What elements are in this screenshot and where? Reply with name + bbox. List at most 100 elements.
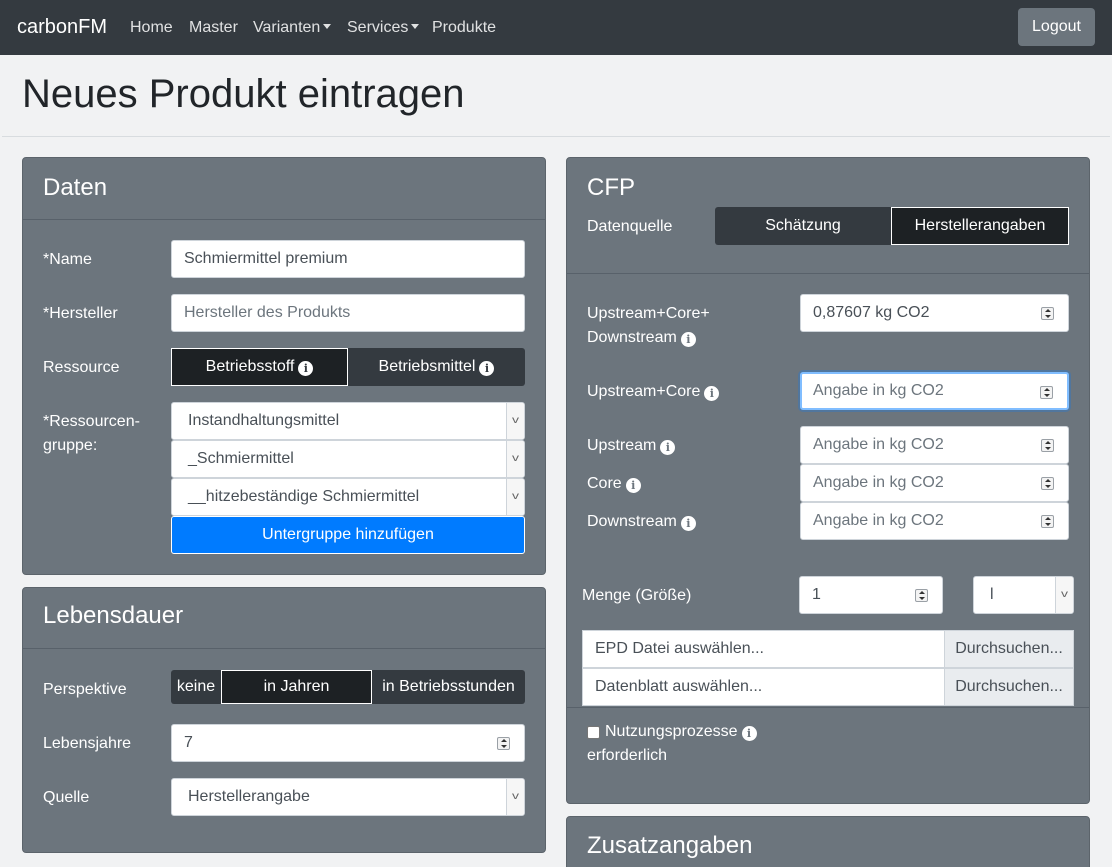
- upstream-label: Upstream i: [587, 434, 676, 458]
- downstream-input[interactable]: Angabe in kg CO2: [800, 502, 1069, 540]
- ressourcengruppe-label-line2: gruppe:: [43, 437, 98, 454]
- add-untergruppe-button[interactable]: Untergruppe hinzufügen: [171, 516, 525, 554]
- zusatzangaben-card: Zusatzangaben: [566, 816, 1090, 867]
- lebensjahre-label: Lebensjahre: [43, 735, 132, 752]
- spinner-icon[interactable]: [1041, 515, 1054, 528]
- spinner-icon[interactable]: [497, 737, 510, 750]
- perspektive-option-betriebsstunden[interactable]: in Betriebsstunden: [372, 670, 525, 704]
- lebensjahre-input[interactable]: 7: [171, 724, 525, 762]
- chevron-down-icon: v: [506, 779, 524, 815]
- logout-button[interactable]: Logout: [1018, 8, 1095, 46]
- perspektive-option-keine[interactable]: keine: [171, 670, 221, 704]
- page-title: Neues Produkt eintragen: [22, 72, 465, 116]
- lebensjahre-value: 7: [184, 734, 193, 751]
- menge-value: 1: [812, 586, 821, 603]
- menge-input[interactable]: 1: [799, 576, 943, 614]
- usd-value: 0,87607 kg CO2: [813, 304, 930, 321]
- perspektive-label: Perspektive: [43, 681, 127, 698]
- spinner-icon[interactable]: [1041, 439, 1054, 452]
- epd-file-input[interactable]: EPD Datei auswählen... Durchsuchen...: [582, 630, 1074, 668]
- info-icon[interactable]: i: [680, 516, 696, 531]
- usd-label-line1: Upstream+Core+: [587, 305, 710, 322]
- usd-label-line2: Downstream i: [587, 326, 696, 350]
- uc-label: Upstream+Core i: [587, 380, 720, 404]
- nav-produkte[interactable]: Produkte: [432, 19, 496, 37]
- spinner-icon[interactable]: [1040, 386, 1053, 399]
- lebensdauer-card: Lebensdauer Perspektive keine in Jahren …: [22, 587, 546, 853]
- ressource-option-label: Betriebsmittel: [378, 358, 476, 375]
- downstream-label: Downstream i: [587, 510, 696, 534]
- hersteller-label: *Hersteller: [43, 305, 118, 322]
- upstream-input[interactable]: Angabe in kg CO2: [800, 426, 1069, 464]
- datenquelle-option-schaetzung[interactable]: Schätzung: [715, 207, 891, 245]
- spinner-icon[interactable]: [1041, 307, 1054, 320]
- info-icon[interactable]: i: [625, 478, 641, 493]
- nav-master[interactable]: Master: [189, 19, 238, 37]
- perspektive-toggle: keine in Jahren in Betriebsstunden: [171, 670, 525, 704]
- upstream-label-text: Upstream: [587, 437, 657, 454]
- info-icon[interactable]: i: [741, 726, 757, 741]
- ressource-toggle: Betriebsstoff i Betriebsmittel i: [171, 348, 525, 386]
- menge-label: Menge (Größe): [582, 587, 692, 604]
- ressource-option-label: Betriebsstoff: [205, 358, 295, 375]
- datenblatt-browse-button[interactable]: Durchsuchen...: [944, 669, 1073, 705]
- datenquelle-option-herstellerangaben[interactable]: Herstellerangaben: [891, 207, 1069, 245]
- datenblatt-file-input[interactable]: Datenblatt auswählen... Durchsuchen...: [582, 668, 1074, 706]
- name-label: *Name: [43, 251, 92, 268]
- epd-browse-button[interactable]: Durchsuchen...: [944, 631, 1073, 667]
- zusatzangaben-title: Zusatzangaben: [587, 832, 753, 859]
- perspektive-option-jahre[interactable]: in Jahren: [221, 670, 372, 704]
- daten-card: Daten *Name Schmiermittel premium *Herst…: [22, 157, 546, 575]
- usd-input[interactable]: 0,87607 kg CO2: [800, 294, 1069, 332]
- gruppe-select-value: _Schmiermittel: [188, 450, 294, 467]
- spinner-icon[interactable]: [915, 589, 928, 602]
- spinner-icon[interactable]: [1041, 477, 1054, 490]
- caret-down-icon: [411, 24, 420, 29]
- chevron-down-icon: v: [1055, 577, 1073, 613]
- nav-services-label: Services: [347, 19, 409, 36]
- gruppe-select-2[interactable]: _Schmiermittel v: [171, 440, 525, 478]
- info-icon[interactable]: i: [298, 361, 314, 376]
- caret-down-icon: [323, 24, 332, 29]
- cfp-title: CFP: [587, 174, 635, 201]
- divider: [23, 648, 545, 649]
- downstream-label-text: Downstream: [587, 513, 677, 530]
- nav-varianten[interactable]: Varianten: [253, 19, 332, 37]
- info-icon[interactable]: i: [704, 386, 720, 401]
- nav-home[interactable]: Home: [130, 19, 173, 37]
- nutzungsprozesse-checkbox[interactable]: [587, 726, 600, 739]
- hersteller-input[interactable]: Hersteller des Produkts: [171, 294, 525, 332]
- downstream-placeholder: Angabe in kg CO2: [813, 512, 944, 529]
- lebensdauer-title: Lebensdauer: [43, 602, 184, 629]
- nutzungsprozesse-label-line2: erforderlich: [587, 747, 668, 764]
- info-icon[interactable]: i: [660, 440, 676, 455]
- brand-logo[interactable]: carbonFM: [17, 16, 107, 39]
- ressource-option-betriebsstoff[interactable]: Betriebsstoff i: [171, 348, 348, 386]
- nutzungsprozesse-label-text: Nutzungsprozesse: [605, 723, 738, 740]
- quelle-select-value: Herstellerangabe: [188, 788, 310, 805]
- quelle-label: Quelle: [43, 789, 90, 806]
- datenblatt-file-label: Datenblatt auswählen...: [595, 678, 763, 695]
- info-icon[interactable]: i: [680, 332, 696, 347]
- quelle-select[interactable]: Herstellerangabe v: [171, 778, 525, 816]
- uc-input[interactable]: Angabe in kg CO2: [800, 372, 1069, 410]
- unit-select[interactable]: lv: [973, 576, 1074, 614]
- gruppe-select-3[interactable]: __hitzebeständige Schmiermittel v: [171, 478, 525, 516]
- ressource-option-betriebsmittel[interactable]: Betriebsmittel i: [348, 348, 525, 386]
- gruppe-select-1[interactable]: Instandhaltungsmittel v: [171, 402, 525, 440]
- usd-label-text: Downstream: [587, 329, 677, 346]
- divider: [567, 707, 1089, 708]
- nav-services[interactable]: Services: [347, 19, 420, 37]
- core-label: Core i: [587, 472, 641, 496]
- upstream-placeholder: Angabe in kg CO2: [813, 436, 944, 453]
- datenquelle-toggle: Schätzung Herstellerangaben: [715, 207, 1069, 245]
- gruppe-select-value: __hitzebeständige Schmiermittel: [188, 488, 420, 505]
- info-icon[interactable]: i: [479, 361, 495, 376]
- core-input[interactable]: Angabe in kg CO2: [800, 464, 1069, 502]
- divider: [567, 273, 1089, 274]
- uc-placeholder: Angabe in kg CO2: [813, 382, 944, 399]
- name-input[interactable]: Schmiermittel premium: [171, 240, 525, 278]
- core-placeholder: Angabe in kg CO2: [813, 474, 944, 491]
- nutzungsprozesse-label-line1: Nutzungsprozesse i: [605, 720, 757, 744]
- uc-label-text: Upstream+Core: [587, 383, 701, 400]
